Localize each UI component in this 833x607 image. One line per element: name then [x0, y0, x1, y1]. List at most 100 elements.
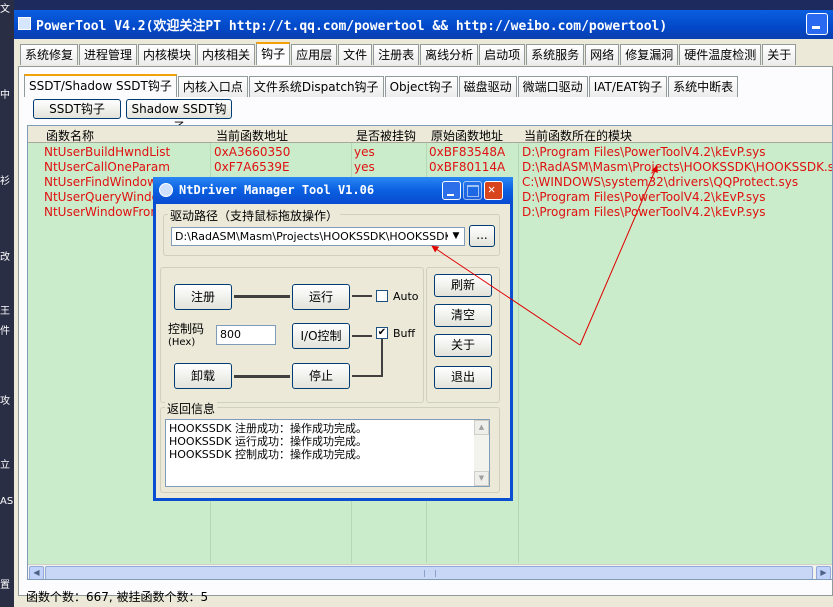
status-bar-text: 函数个数：667, 被挂函数个数：5: [26, 590, 209, 604]
cell-original-address: 0xBF83548A: [429, 145, 506, 159]
connector-line: [352, 335, 372, 337]
desktop-fragment: 文档: [0, 4, 10, 14]
return-info-textbox[interactable]: HOOKSSDK 注册成功：操作成功完成。 HOOKSSDK 运行成功：操作成功…: [165, 419, 490, 487]
tab-iat-eat[interactable]: IAT/EAT钩子: [588, 76, 668, 97]
dialog-title-bar[interactable]: NtDriver Manager Tool V1.06: [153, 177, 513, 204]
column-header-original-address[interactable]: 原始函数地址: [431, 127, 503, 144]
tab-kernel-entry[interactable]: 内核入口点: [177, 76, 248, 97]
desktop-fragment: 改: [0, 252, 10, 262]
control-code-input[interactable]: 800: [216, 325, 276, 345]
tab-registry[interactable]: 注册表: [373, 44, 420, 65]
scrollbar-thumb[interactable]: [45, 566, 813, 579]
cell-current-address: 0xF7A6539E: [214, 160, 290, 174]
main-tab-strip: 系统修复 进程管理 内核模块 内核相关 钩子 应用层 文件 注册表 离线分析 启…: [20, 42, 797, 66]
browse-button[interactable]: ...: [469, 225, 495, 247]
control-code-label: 控制码 (Hex): [168, 323, 204, 349]
tab-patch[interactable]: 修复漏洞: [620, 44, 679, 65]
minimize-icon[interactable]: [806, 13, 828, 35]
tab-file[interactable]: 文件: [338, 44, 373, 65]
driver-path-value: D:\RadASM\Masm\Projects\HOOKSSDK\HOOKSSD…: [175, 230, 461, 243]
ntdriver-manager-dialog: NtDriver Manager Tool V1.06 驱动路径（支持鼠标拖放操…: [153, 177, 513, 501]
refresh-button[interactable]: 刷新: [434, 274, 492, 297]
connector-line: [234, 295, 290, 298]
scroll-up-icon[interactable]: ▲: [474, 420, 489, 435]
return-info-label: 返回信息: [165, 400, 218, 417]
tab-about[interactable]: 关于: [762, 44, 797, 65]
app-icon: [18, 17, 31, 30]
dialog-app-icon: [159, 183, 173, 197]
window-title: PowerTool V4.2(欢迎关注PT http://t.qq.com/po…: [36, 19, 668, 34]
desktop-fragment: 攻: [0, 396, 10, 406]
tab-user-mode[interactable]: 应用层: [291, 44, 338, 65]
tab-process[interactable]: 进程管理: [79, 44, 138, 65]
cell-module: D:\Program Files\PowerToolV4.2\kEvP.sys: [522, 205, 766, 219]
log-vertical-scrollbar[interactable]: ▲ ▼: [474, 420, 489, 486]
main-title-bar[interactable]: PowerTool V4.2(欢迎关注PT http://t.qq.com/po…: [14, 10, 833, 39]
driver-path-group-label: 驱动路径（支持鼠标拖放操作）: [168, 207, 341, 224]
tab-fs-dispatch[interactable]: 文件系统Dispatch钩子: [248, 76, 384, 97]
cell-function: NtUserCallOneParam: [44, 160, 170, 174]
about-button[interactable]: 关于: [434, 334, 492, 357]
io-control-button[interactable]: I/O控制: [292, 323, 350, 349]
desktop-fragment: 件: [0, 326, 10, 336]
grip-icon: [424, 570, 436, 577]
register-button[interactable]: 注册: [174, 284, 232, 310]
log-line: HOOKSSDK 注册成功：操作成功完成。: [169, 422, 367, 435]
scroll-right-icon[interactable]: ▶: [816, 566, 831, 579]
stop-button[interactable]: 停止: [292, 363, 350, 389]
ssdt-hooks-button[interactable]: SSDT钩子: [33, 99, 121, 119]
cell-function: NtUserQueryWindow: [44, 190, 169, 204]
exit-button[interactable]: 退出: [434, 366, 492, 389]
tab-object-hooks[interactable]: Object钩子: [384, 76, 458, 97]
horizontal-scrollbar[interactable]: ◀ ▶: [28, 564, 832, 579]
buff-label: Buff: [393, 327, 416, 340]
scroll-left-icon[interactable]: ◀: [29, 566, 44, 579]
connector-line: [234, 375, 290, 378]
connector-line: [352, 375, 382, 377]
tab-services[interactable]: 系统服务: [526, 44, 585, 65]
table-row[interactable]: NtUserCallOneParam 0xF7A6539E yes 0xBF80…: [28, 160, 833, 175]
tab-offline[interactable]: 离线分析: [420, 44, 479, 65]
cell-hooked: yes: [354, 160, 375, 174]
close-icon[interactable]: [484, 181, 503, 200]
connector-line: [381, 337, 383, 377]
tab-kernel-module[interactable]: 内核模块: [138, 44, 197, 65]
cell-original-address: 0xBF80114A: [429, 160, 506, 174]
tab-interrupt-table[interactable]: 系统中断表: [668, 76, 739, 97]
tab-system-repair[interactable]: 系统修复: [20, 44, 79, 65]
tab-disk-driver[interactable]: 磁盘驱动: [458, 76, 517, 97]
cell-function: NtUserBuildHwndList: [44, 145, 171, 159]
column-header-current-address[interactable]: 当前函数地址: [216, 127, 288, 144]
cell-current-address: 0xA3660350: [214, 145, 291, 159]
tab-kernel-related[interactable]: 内核相关: [197, 44, 256, 65]
dialog-title: NtDriver Manager Tool V1.06: [179, 183, 375, 197]
driver-path-combobox[interactable]: D:\RadASM\Masm\Projects\HOOKSSDK\HOOKSSD…: [171, 227, 465, 246]
column-header-hooked[interactable]: 是否被挂钩: [356, 127, 416, 144]
dropdown-arrow-icon[interactable]: ▼: [448, 228, 464, 245]
column-header-function[interactable]: 函数名称: [46, 127, 94, 144]
unload-button[interactable]: 卸载: [174, 363, 232, 389]
shadow-ssdt-hooks-button[interactable]: Shadow SSDT钩子: [126, 99, 232, 134]
clear-button[interactable]: 清空: [434, 304, 492, 327]
cell-module: D:\RadASM\Masm\Projects\HOOKSSDK\HOOKSSD…: [522, 160, 833, 174]
desktop-fragment: 王: [0, 306, 10, 316]
tab-temperature[interactable]: 硬件温度检测: [679, 44, 762, 65]
desktop-fragment: 中: [0, 90, 10, 100]
scroll-down-icon[interactable]: ▼: [474, 471, 489, 486]
tab-startup[interactable]: 启动项: [479, 44, 526, 65]
tab-miniport[interactable]: 微端口驱动: [517, 76, 588, 97]
table-header: 函数名称 当前函数地址 是否被挂钩 原始函数地址 当前函数所在的模块: [28, 126, 832, 144]
log-line: HOOKSSDK 运行成功：操作成功完成。: [169, 435, 367, 448]
buff-checkbox[interactable]: ✔: [376, 327, 388, 339]
table-row[interactable]: NtUserBuildHwndList 0xA3660350 yes 0xBF8…: [28, 145, 832, 160]
auto-checkbox[interactable]: [376, 290, 388, 302]
minimize-icon[interactable]: [442, 181, 461, 200]
cell-hooked: yes: [354, 145, 375, 159]
tab-network[interactable]: 网络: [585, 44, 620, 65]
tab-hooks[interactable]: 钩子: [256, 42, 291, 65]
column-header-module[interactable]: 当前函数所在的模块: [524, 127, 632, 144]
tab-ssdt-shadow[interactable]: SSDT/Shadow SSDT钩子: [24, 74, 177, 97]
cell-module: C:\WINDOWS\system32\drivers\QQProtect.sy…: [522, 175, 799, 189]
desktop-fragment: 衫: [0, 176, 10, 186]
run-button[interactable]: 运行: [292, 284, 350, 310]
